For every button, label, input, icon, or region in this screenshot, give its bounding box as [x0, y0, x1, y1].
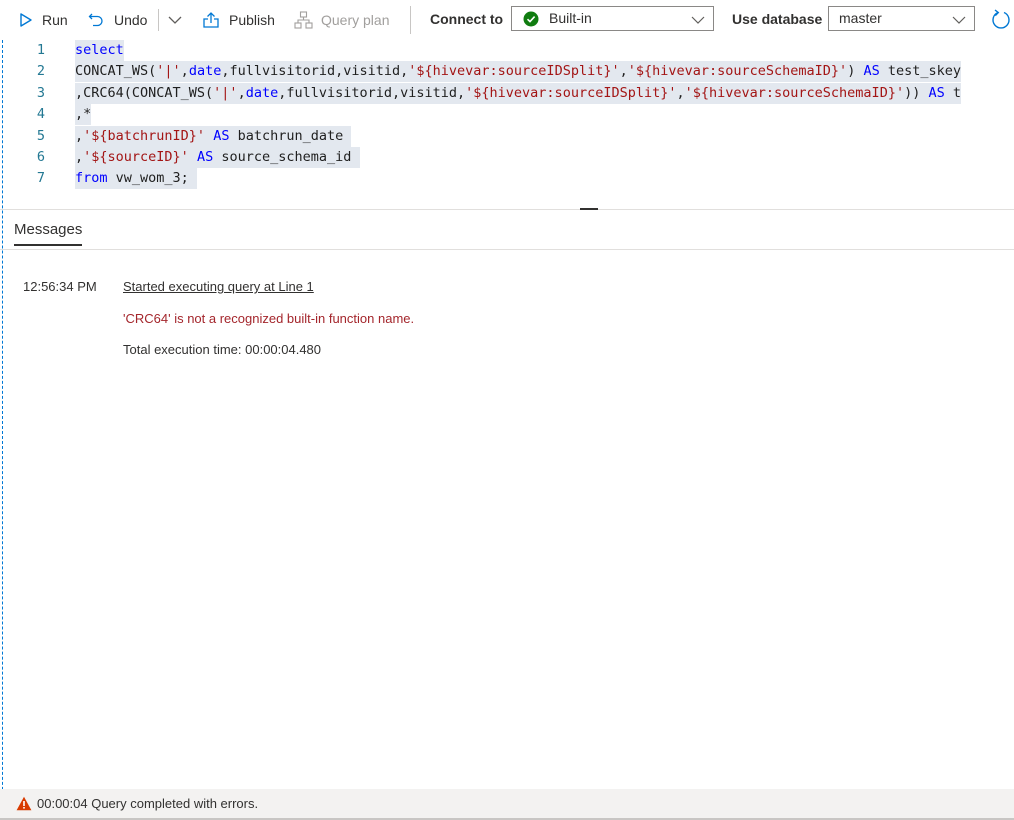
- code-token: '${hivevar:sourceSchemaID}': [627, 63, 848, 80]
- more-dropdown-button[interactable]: [168, 0, 182, 40]
- pane-splitter: [0, 209, 1014, 210]
- code-token: ,: [619, 63, 628, 80]
- status-text: 00:00:04 Query completed with errors.: [37, 796, 259, 811]
- tab-divider: [0, 249, 1014, 250]
- code-token: ,fullvisitorid,visitid,: [221, 63, 409, 80]
- query-plan-icon: [294, 11, 313, 29]
- code-token: AS: [928, 84, 945, 101]
- code-line[interactable]: 2 CONCAT_WS('|',date,fullvisitorid,visiti…: [0, 61, 1014, 83]
- toolbar-separator: [158, 9, 159, 31]
- code-token: t: [944, 84, 961, 101]
- splitter-handle[interactable]: [580, 208, 598, 210]
- query-plan-button[interactable]: Query plan: [294, 0, 389, 40]
- line-number: 2: [36, 63, 45, 80]
- code-line[interactable]: 1 select: [0, 40, 1014, 61]
- code-token: batchrun_date: [229, 127, 352, 144]
- code-text: CONCAT_WS('|',date,fullvisitorid,visitid…: [75, 61, 961, 83]
- code-token: AS: [196, 149, 214, 165]
- code-token: test_skey: [879, 63, 961, 80]
- code-line[interactable]: 7 from vw_wom_3;: [0, 168, 1014, 190]
- code-token: AS: [213, 127, 230, 144]
- code-token: '|': [213, 84, 238, 101]
- code-text: select: [75, 40, 124, 61]
- run-button[interactable]: Run: [20, 0, 68, 40]
- code-text: from vw_wom_3;: [75, 168, 197, 190]
- play-icon: [20, 13, 32, 27]
- code-token: '${hivevar:sourceSchemaID}': [684, 84, 905, 101]
- code-token: CONCAT_WS(: [75, 63, 157, 80]
- refresh-button[interactable]: [990, 0, 1012, 40]
- code-line[interactable]: 3 ,CRC64(CONCAT_WS('|',date,fullvisitorid…: [0, 82, 1014, 104]
- code-text: ,*: [75, 104, 92, 126]
- code-token: source_schema_id: [213, 149, 360, 165]
- code-token: AS: [863, 63, 880, 80]
- tab-messages[interactable]: Messages: [14, 221, 83, 246]
- publish-icon: [202, 11, 220, 29]
- message-timestamp: 12:56:34 PM: [23, 279, 97, 294]
- code-token: ,: [75, 149, 84, 165]
- use-database-select[interactable]: master: [828, 6, 975, 31]
- code-line[interactable]: 4 ,*: [0, 104, 1014, 126]
- undo-label: Undo: [114, 12, 148, 28]
- line-number: 4: [36, 106, 45, 123]
- code-token: date: [188, 63, 222, 80]
- code-token: ,: [676, 84, 685, 101]
- error-message: 'CRC64' is not a recognized built-in fun…: [123, 311, 415, 326]
- publish-button[interactable]: Publish: [202, 0, 275, 40]
- chevron-down-icon: [691, 12, 705, 28]
- code-token: '${sourceID}': [83, 149, 189, 165]
- undo-icon: [88, 12, 104, 28]
- code-token: '${hivevar:sourceIDSplit}': [408, 63, 620, 80]
- code-token: ): [847, 63, 864, 80]
- query-plan-label: Query plan: [321, 12, 390, 28]
- code-line[interactable]: 6 ,'${sourceID}' AS source_schema_id: [0, 147, 1014, 168]
- chevron-down-icon: [168, 15, 182, 25]
- code-token: ,: [75, 127, 84, 144]
- refresh-icon: [990, 9, 1012, 31]
- connect-to-value: Built-in: [549, 10, 592, 26]
- line-number: 6: [36, 149, 45, 165]
- toolbar: Run Undo Publish Query plan Connect to B…: [0, 0, 1014, 40]
- code-token: ,: [237, 84, 246, 101]
- line-number: 7: [36, 170, 45, 187]
- code-token: vw_wom_3;: [107, 170, 197, 187]
- check-circle-icon: [523, 11, 539, 30]
- status-bar: 00:00:04 Query completed with errors.: [0, 789, 1014, 818]
- code-token: '${hivevar:sourceIDSplit}': [465, 84, 677, 101]
- total-execution-time: Total execution time: 00:00:04.480: [123, 342, 322, 357]
- code-token: from: [75, 170, 108, 187]
- code-token: ,*: [75, 106, 92, 123]
- code-token: '|': [156, 63, 181, 80]
- chevron-down-icon: [952, 12, 966, 28]
- code-token: ,CRC64(CONCAT_WS(: [75, 84, 214, 101]
- line-number: 5: [36, 127, 45, 144]
- connect-to-select[interactable]: Built-in: [511, 6, 714, 31]
- code-token: date: [245, 84, 279, 101]
- database-value: master: [839, 10, 882, 26]
- started-executing-link[interactable]: Started executing query at Line 1: [123, 279, 314, 294]
- connect-to-label: Connect to: [430, 11, 504, 27]
- sql-editor[interactable]: 1 select 2 CONCAT_WS('|',date,fullvisitorid…: [0, 40, 1014, 210]
- code-line[interactable]: 5 ,'${batchrunID}' AS batchrun_date: [0, 125, 1014, 147]
- use-database-label: Use database: [732, 11, 823, 27]
- code-text: ,'${sourceID}' AS source_schema_id: [75, 147, 360, 168]
- run-label: Run: [42, 12, 68, 28]
- warning-icon: [16, 796, 32, 814]
- code-token: ,fullvisitorid,visitid,: [278, 84, 466, 101]
- line-number: 1: [36, 42, 45, 58]
- line-number: 3: [36, 84, 45, 101]
- code-text: ,CRC64(CONCAT_WS('|',date,fullvisitorid,…: [75, 82, 961, 104]
- code-token: '${batchrunID}': [83, 127, 206, 144]
- code-token: select: [75, 42, 124, 58]
- undo-button[interactable]: Undo: [88, 0, 147, 40]
- toolbar-separator: [410, 6, 411, 34]
- publish-label: Publish: [229, 12, 275, 28]
- code-token: ,: [180, 63, 189, 80]
- code-text: ,'${batchrunID}' AS batchrun_date: [75, 125, 352, 147]
- code-token: )): [904, 84, 929, 101]
